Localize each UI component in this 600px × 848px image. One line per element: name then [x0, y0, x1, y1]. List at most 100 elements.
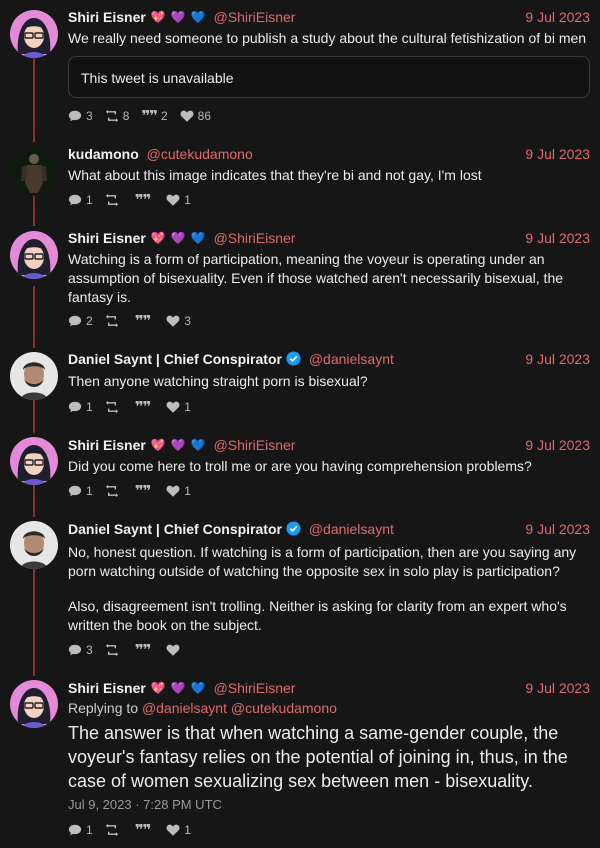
thread-line — [33, 58, 35, 142]
thread-line — [33, 399, 35, 433]
display-name[interactable]: Daniel Saynt | Chief Conspirator — [68, 521, 282, 537]
retweet-button[interactable] — [105, 643, 123, 657]
purple-heart-icon: 💜 — [170, 231, 186, 245]
display-name[interactable]: Shiri Eisner — [68, 680, 146, 696]
retweet-icon — [105, 400, 119, 414]
tweet-date[interactable]: 9 Jul 2023 — [525, 437, 590, 453]
handle[interactable]: @ShiriEisner — [214, 680, 296, 696]
handle[interactable]: @ShiriEisner — [214, 437, 296, 453]
quote-button[interactable]: ❞❞ — [135, 191, 155, 209]
thread-line — [33, 286, 35, 348]
avatar[interactable] — [10, 147, 58, 195]
retweet-icon — [105, 823, 119, 837]
avatar[interactable] — [10, 521, 58, 569]
tweet-timestamp[interactable]: Jul 9, 2023 · 7:28 PM UTC — [68, 797, 222, 812]
heart-icon — [166, 643, 180, 657]
display-name[interactable]: Shiri Eisner — [68, 230, 146, 246]
like-button[interactable]: 1 — [166, 193, 191, 207]
handle[interactable]: @danielsaynt — [309, 351, 394, 367]
retweet-button[interactable] — [105, 823, 123, 837]
sparkling-heart-icon: 💖 — [150, 231, 166, 245]
avatar[interactable] — [10, 680, 58, 728]
avatar[interactable] — [10, 352, 58, 400]
reply-count: 3 — [86, 643, 93, 657]
retweet-icon — [105, 193, 119, 207]
display-name[interactable]: kudamono — [68, 146, 139, 162]
tweet-date[interactable]: 9 Jul 2023 — [525, 680, 590, 696]
handle[interactable]: @cutekudamono — [147, 146, 253, 162]
tweet-date[interactable]: 9 Jul 2023 — [525, 351, 590, 367]
retweet-button[interactable] — [105, 484, 123, 498]
comment-icon — [68, 643, 82, 657]
tweet-date[interactable]: 9 Jul 2023 — [525, 9, 590, 25]
quote-button[interactable]: ❞❞ — [135, 641, 155, 659]
reply-count: 1 — [86, 193, 93, 207]
quote-icon: ❞❞ — [141, 107, 158, 125]
tweet-text: The answer is that when watching a same-… — [68, 723, 568, 791]
retweet-button[interactable] — [105, 400, 123, 414]
like-button[interactable]: 1 — [166, 400, 191, 414]
avatar[interactable] — [10, 10, 58, 58]
like-button[interactable]: 86 — [180, 109, 211, 123]
replying-to-handles[interactable]: @danielsaynt @cutekudamono — [142, 700, 337, 716]
reply-button[interactable]: 1 — [68, 484, 93, 498]
reply-count: 3 — [86, 109, 93, 123]
quote-count: 2 — [160, 109, 168, 123]
like-button[interactable]: 1 — [166, 823, 191, 837]
retweet-button[interactable] — [105, 314, 123, 328]
tweet-text-paragraph: Also, disagreement isn't trolling. Neith… — [68, 598, 567, 633]
retweet-icon — [105, 314, 119, 328]
purple-heart-icon: 💜 — [170, 681, 186, 695]
tweet-date[interactable]: 9 Jul 2023 — [525, 230, 590, 246]
reply-button[interactable]: 1 — [68, 193, 93, 207]
purple-heart-icon: 💜 — [170, 10, 186, 24]
reply-count: 2 — [86, 314, 93, 328]
reply-button[interactable]: 2 — [68, 314, 93, 328]
reply-count: 1 — [86, 823, 93, 837]
avatar-photo-icon — [10, 147, 58, 195]
like-count: 86 — [197, 109, 212, 123]
quote-button[interactable]: ❞❞ 2 — [141, 107, 167, 125]
avatar-illustration-icon — [10, 680, 58, 728]
display-name[interactable]: Shiri Eisner — [68, 9, 146, 25]
like-button[interactable] — [166, 643, 184, 657]
tweet-text: We really need someone to publish a stud… — [68, 30, 587, 46]
like-count: 1 — [184, 823, 191, 837]
avatar-photo-icon — [10, 521, 58, 569]
quote-icon: ❞❞ — [134, 191, 152, 209]
like-count: 1 — [184, 484, 191, 498]
avatar-illustration-icon — [10, 231, 58, 279]
display-name[interactable]: Daniel Saynt | Chief Conspirator — [68, 351, 282, 367]
retweet-button[interactable]: 8 — [105, 109, 129, 123]
reply-button[interactable]: 1 — [68, 823, 93, 837]
comment-icon — [68, 314, 82, 328]
quoted-tweet-unavailable: This tweet is unavailable — [68, 56, 590, 98]
quote-button[interactable]: ❞❞ — [135, 821, 155, 839]
like-button[interactable]: 1 — [166, 484, 191, 498]
tweet-text: Then anyone watching straight porn is bi… — [68, 373, 368, 389]
tweet-date[interactable]: 9 Jul 2023 — [525, 521, 590, 537]
blue-heart-icon: 💙 — [190, 10, 206, 24]
avatar[interactable] — [10, 437, 58, 485]
reply-button[interactable]: 3 — [68, 643, 93, 657]
handle[interactable]: @ShiriEisner — [214, 230, 296, 246]
tweet-date[interactable]: 9 Jul 2023 — [525, 146, 590, 162]
quote-button[interactable]: ❞❞ — [135, 398, 155, 416]
retweet-button[interactable] — [105, 193, 123, 207]
tweet-stats: 3 ❞❞ — [68, 641, 196, 659]
quote-button[interactable]: ❞❞ — [135, 312, 155, 330]
sparkling-heart-icon: 💖 — [150, 681, 166, 695]
quote-button[interactable]: ❞❞ — [135, 482, 155, 500]
purple-heart-icon: 💜 — [170, 438, 186, 452]
reply-button[interactable]: 1 — [68, 400, 93, 414]
reply-button[interactable]: 3 — [68, 109, 93, 123]
avatar-illustration-icon — [10, 10, 58, 58]
handle[interactable]: @ShiriEisner — [214, 9, 296, 25]
avatar[interactable] — [10, 231, 58, 279]
display-name[interactable]: Shiri Eisner — [68, 437, 146, 453]
blue-heart-icon: 💙 — [190, 438, 206, 452]
reply-count: 1 — [86, 484, 93, 498]
handle[interactable]: @danielsaynt — [309, 521, 394, 537]
tweet-text: What about this image indicates that the… — [68, 167, 482, 183]
like-button[interactable]: 3 — [166, 314, 191, 328]
